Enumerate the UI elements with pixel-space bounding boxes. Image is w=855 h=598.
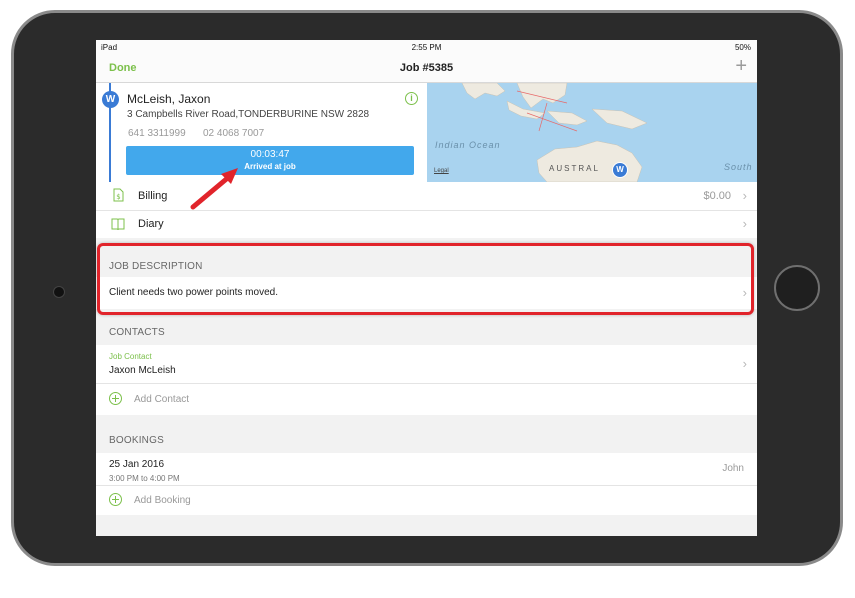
status-badge: W	[102, 91, 119, 108]
billing-label: Billing	[138, 190, 168, 202]
billing-value: $0.00	[703, 190, 731, 202]
landline-phone-link[interactable]: 02 4068 7007	[203, 128, 264, 139]
home-button[interactable]	[774, 265, 820, 311]
camera-icon	[53, 286, 65, 298]
job-description-header: JOB DESCRIPTION	[109, 261, 203, 272]
bookings-section: 25 Jan 2016 3:00 PM to 4:00 PM John Add …	[96, 453, 757, 515]
battery-level: 50%	[734, 43, 751, 52]
location-map[interactable]: Indian Ocean South AUSTRAL Legal W	[427, 83, 757, 182]
booking-time-range: 3:00 PM to 4:00 PM	[109, 474, 180, 483]
timer-status: Arrived at job	[244, 162, 296, 171]
add-circle-icon	[109, 392, 122, 405]
app-screen: iPad 2:55 PM 50% Done Job #5385 + W McLe…	[96, 40, 757, 536]
contact-row[interactable]: Job Contact Jaxon McLeish ›	[96, 345, 757, 383]
job-header: W McLeish, Jaxon 3 Campbells River Road,…	[96, 83, 757, 182]
add-contact-button[interactable]: Add Contact	[96, 384, 757, 415]
billing-icon: $	[113, 188, 124, 202]
status-bar: iPad 2:55 PM 50%	[96, 40, 757, 55]
navigation-bar: Done Job #5385 +	[96, 55, 757, 83]
contacts-header: CONTACTS	[109, 327, 165, 338]
timer-value: 00:03:47	[250, 149, 290, 160]
add-booking-label: Add Booking	[134, 495, 191, 506]
add-circle-icon	[109, 493, 122, 506]
map-ocean-label: Indian Ocean	[435, 140, 501, 150]
client-name: McLeish, Jaxon	[127, 92, 211, 106]
bookings-header: BOOKINGS	[109, 435, 164, 446]
map-legal-link[interactable]: Legal	[434, 168, 449, 174]
map-pin-icon[interactable]: W	[612, 162, 628, 178]
billing-row[interactable]: $ Billing $0.00 ›	[96, 182, 757, 210]
diary-row[interactable]: Diary ›	[96, 211, 757, 238]
booking-row[interactable]: 25 Jan 2016 3:00 PM to 4:00 PM John	[96, 453, 757, 485]
map-south-label: South	[724, 162, 753, 172]
add-icon[interactable]: +	[735, 55, 747, 78]
page-title: Job #5385	[399, 62, 454, 74]
status-time: 2:55 PM	[411, 43, 442, 52]
diary-label: Diary	[138, 218, 164, 230]
chevron-right-icon: ›	[742, 188, 747, 203]
job-timer-button[interactable]: 00:03:47 Arrived at job	[126, 146, 414, 175]
contact-role: Job Contact	[109, 352, 152, 361]
book-icon	[111, 218, 125, 231]
chevron-right-icon: ›	[742, 216, 747, 231]
booking-date: 25 Jan 2016	[109, 459, 165, 470]
job-description-text: Client needs two power points moved.	[109, 287, 278, 298]
mobile-phone-link[interactable]: 641 3311999	[128, 128, 186, 139]
chevron-right-icon: ›	[742, 356, 747, 371]
chevron-right-icon: ›	[742, 285, 747, 300]
add-booking-button[interactable]: Add Booking	[96, 486, 757, 515]
booking-assignee: John	[722, 463, 744, 474]
job-description-row[interactable]: Client needs two power points moved. ›	[96, 277, 757, 309]
info-icon[interactable]: i	[405, 92, 418, 105]
client-address: 3 Campbells River Road,TONDERBURINE NSW …	[127, 109, 370, 120]
contact-name: Jaxon McLeish	[109, 365, 176, 376]
contacts-section: Job Contact Jaxon McLeish › Add Contact	[96, 345, 757, 415]
add-contact-label: Add Contact	[134, 394, 190, 405]
svg-text:$: $	[116, 193, 120, 201]
map-country-label: AUSTRAL	[549, 164, 600, 173]
